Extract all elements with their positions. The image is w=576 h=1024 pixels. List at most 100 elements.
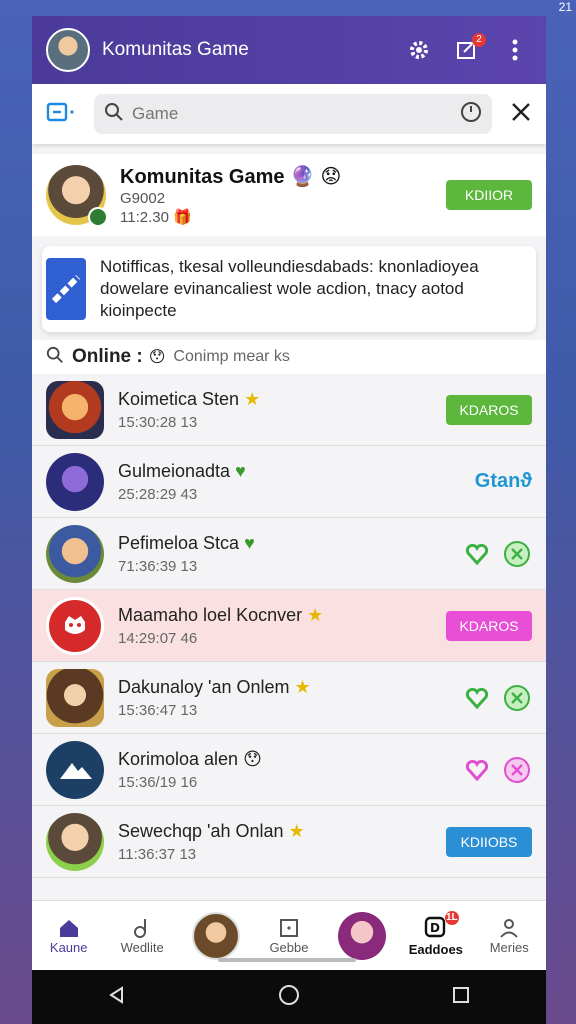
cancel-icon[interactable] — [502, 755, 532, 785]
player-name: Dakunaloy 'an Onlem — [118, 676, 290, 697]
player-name: Sewechqp 'ah Onlan — [118, 820, 284, 841]
player-time: 15:30:28 13 — [118, 413, 198, 431]
player-time: 15:36:47 13 — [118, 701, 198, 719]
app-avatar[interactable] — [46, 28, 90, 72]
nav-home-label: Kaune — [49, 940, 88, 955]
avatar — [46, 812, 104, 871]
mountain-logo-icon — [60, 762, 92, 779]
community-card[interactable]: Komunitas Game 🔮 😟 G9002 11:2.30 🎁 KDIIO… — [32, 154, 546, 236]
star-icon: ★ — [288, 820, 305, 841]
nav-eaddoes-label: Eaddoes — [408, 941, 463, 957]
status-time: 21 — [558, 0, 572, 14]
list-item[interactable]: Dakunaloy 'an Onlem ★ 15:36:47 13 — [32, 662, 546, 734]
notification-badge: 2 — [472, 33, 486, 47]
emoji-icon: 🔮 😟 — [290, 165, 342, 188]
nav-meries[interactable]: Meries — [474, 916, 544, 955]
app-screen: Komunitas Game 2 Game Komunitas Game 🔮 😟… — [32, 16, 546, 1024]
star-icon: ★ — [294, 676, 311, 697]
avatar — [46, 596, 104, 655]
community-time: 11:2.30 🎁 — [120, 208, 192, 226]
star-icon: ★ — [307, 604, 324, 625]
verified-badge-icon — [88, 207, 108, 227]
edit-icon[interactable]: 2 — [450, 33, 486, 67]
history-icon[interactable] — [460, 101, 482, 128]
home-icon — [59, 920, 78, 937]
nav-gebbe-label: Gebbe — [269, 940, 309, 955]
community-action-button[interactable]: KDIIOR — [446, 180, 532, 210]
cancel-icon[interactable] — [502, 539, 532, 569]
heart-icon[interactable] — [462, 539, 492, 569]
close-icon[interactable] — [510, 101, 532, 128]
nav-character-avatar[interactable] — [327, 911, 397, 960]
more-icon[interactable] — [498, 33, 532, 67]
nav-profile-avatar[interactable] — [181, 911, 251, 960]
search-row — [32, 84, 546, 144]
search-box[interactable] — [94, 94, 492, 134]
player-time: 71:36:39 13 — [118, 557, 198, 575]
home-indicator — [218, 958, 356, 962]
nav-gebbe[interactable]: Gebbe — [254, 916, 324, 955]
community-avatar — [46, 165, 108, 227]
player-name: Pefimeloa Stca — [118, 532, 240, 553]
emoji-icon: 😯 — [243, 748, 262, 769]
brand-logo[interactable]: Gtanϑ — [475, 470, 532, 493]
gift-icon: 🎁 — [173, 208, 192, 226]
list-item[interactable]: Koimetica Sten ★ 15:30:28 13 KDAROS — [32, 374, 546, 446]
svg-text:D: D — [430, 921, 440, 935]
list-item[interactable]: Gulmeionadta ♥ 25:28:29 43 Gtanϑ — [32, 446, 546, 518]
star-icon: ★ — [244, 388, 261, 409]
notice-text: Notifficas, tkesal volleundiesdabads: kn… — [100, 257, 479, 320]
notice-card[interactable]: Notifficas, tkesal volleundiesdabads: kn… — [42, 246, 536, 332]
search-icon[interactable] — [46, 346, 64, 369]
player-name: Maamaho loel Kocnver — [118, 604, 303, 625]
filter-icon[interactable] — [46, 101, 76, 128]
leaf-icon: ♥ — [244, 532, 255, 553]
player-name: Korimoloa alen — [118, 748, 239, 769]
avatar — [191, 911, 240, 960]
avatar — [46, 524, 104, 583]
system-nav-bar — [32, 970, 546, 1024]
search-input[interactable] — [132, 104, 460, 124]
player-name: Gulmeionadta — [118, 460, 231, 481]
leaf-icon: ♥ — [235, 460, 246, 481]
avatar — [46, 668, 104, 727]
heart-icon[interactable] — [462, 755, 492, 785]
avatar — [338, 911, 387, 960]
nav-meries-label: Meries — [489, 940, 529, 955]
nav-badge: 1L — [444, 910, 459, 925]
search-icon — [104, 102, 124, 127]
player-action-button[interactable]: KDIIOBS — [446, 826, 532, 857]
player-time: 11:36:37 13 — [118, 845, 197, 863]
player-name: Koimetica Sten — [118, 388, 240, 409]
list-item[interactable]: Sewechqp 'ah Onlan ★ 11:36:37 13 KDIIOBS — [32, 806, 546, 878]
avatar — [46, 740, 104, 799]
app-title: Komunitas Game — [102, 39, 249, 60]
person-icon — [500, 919, 518, 938]
avatar — [46, 452, 104, 511]
emoji-icon: 😯 — [148, 349, 166, 366]
list-item[interactable]: Pefimeloa Stca ♥ 71:36:39 13 — [32, 518, 546, 590]
player-list: Koimetica Sten ★ 15:30:28 13 KDAROS Gulm… — [32, 374, 546, 878]
list-item[interactable]: Korimoloa alen 😯 15:36/19 16 — [32, 734, 546, 806]
nav-wedite[interactable]: Wedlite — [107, 916, 177, 955]
nav-eaddoes[interactable]: D 1L Eaddoes — [401, 910, 471, 957]
back-icon[interactable] — [107, 985, 127, 1010]
player-action-button[interactable]: KDAROS — [446, 610, 532, 641]
list-item[interactable]: Maamaho loel Kocnver ★ 14:29:07 46 KDARO… — [32, 590, 546, 662]
nav-home[interactable]: Kaune — [34, 916, 104, 955]
music-icon — [134, 919, 147, 938]
community-id: G9002 — [120, 189, 166, 207]
player-action-button[interactable]: KDAROS — [446, 394, 532, 425]
online-subtext: Conimp mear ks — [173, 348, 290, 365]
badge-icon: D 1L — [423, 910, 459, 942]
pencil-icon — [46, 258, 86, 320]
cancel-icon[interactable] — [502, 683, 532, 713]
gear-icon[interactable] — [402, 33, 436, 67]
avatar — [46, 380, 104, 439]
recents-icon[interactable] — [451, 985, 471, 1010]
heart-icon[interactable] — [462, 683, 492, 713]
app-bar: Komunitas Game 2 — [32, 16, 546, 84]
online-row: Online : 😯 Conimp mear ks — [32, 340, 546, 374]
player-time: 25:28:29 43 — [118, 485, 198, 503]
home-circle-icon[interactable] — [278, 984, 300, 1011]
